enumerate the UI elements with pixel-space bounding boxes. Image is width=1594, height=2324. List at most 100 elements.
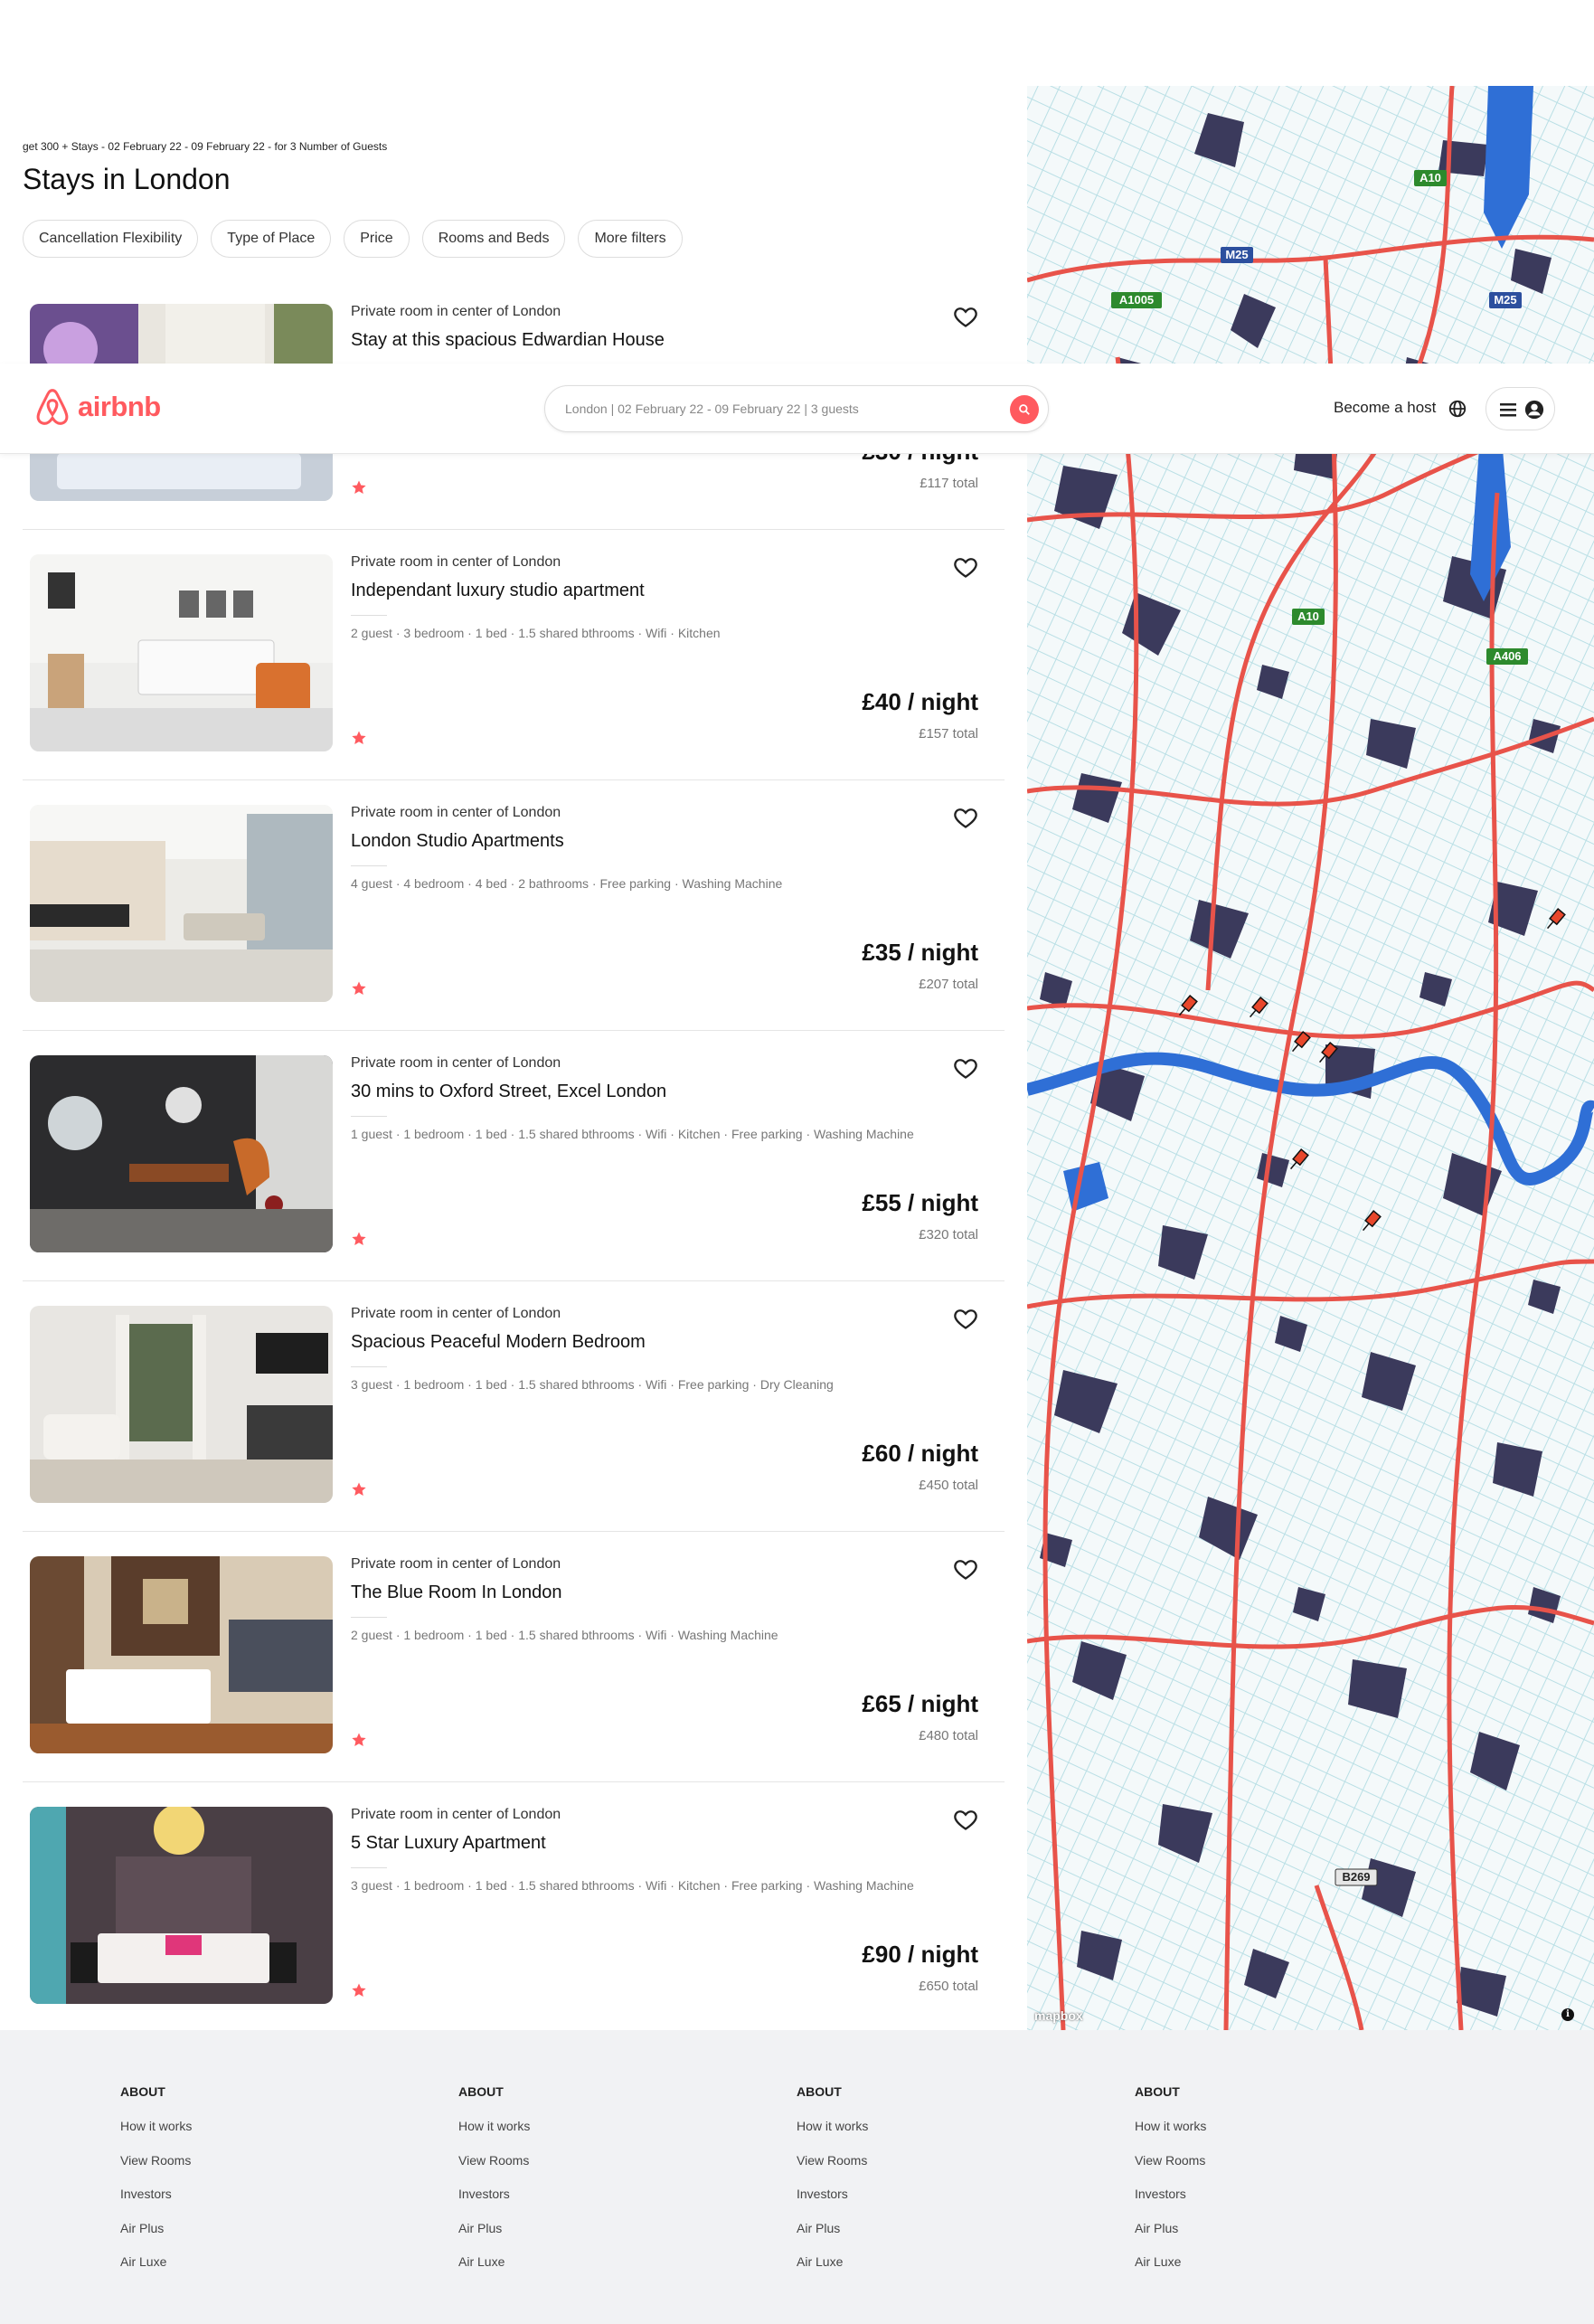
user-icon — [1524, 400, 1544, 420]
filter-more-filters[interactable]: More filters — [578, 220, 683, 258]
listing-divider — [351, 1867, 387, 1868]
heart-icon[interactable] — [953, 304, 978, 329]
footer-link-view-rooms[interactable]: View Rooms — [120, 2153, 373, 2187]
listing-photo[interactable] — [30, 554, 333, 751]
heart-icon[interactable] — [953, 1556, 978, 1582]
footer-link-how-it-works[interactable]: How it works — [120, 2119, 373, 2153]
footer-link-air-plus[interactable]: Air Plus — [797, 2221, 1050, 2255]
listing-photo[interactable] — [30, 1306, 333, 1503]
footer-heading: ABOUT — [120, 2084, 165, 2099]
footer-link-view-rooms[interactable]: View Rooms — [1135, 2153, 1388, 2187]
search-bar-text[interactable]: London | 02 February 22 - 09 February 22… — [565, 402, 859, 416]
star-icon — [352, 1733, 366, 1746]
info-icon[interactable]: i — [1561, 2008, 1574, 2021]
listing-price: £55 / night — [862, 1189, 978, 1216]
heart-icon[interactable] — [953, 1306, 978, 1331]
listing-card[interactable]: Private room in center of London Spaciou… — [23, 1281, 1005, 1532]
listing-price: £65 / night — [862, 1690, 978, 1717]
listing-divider — [351, 1366, 387, 1367]
heart-icon[interactable] — [953, 805, 978, 830]
listing-total: £207 total — [919, 977, 978, 992]
search-bar[interactable]: London | 02 February 22 - 09 February 22… — [544, 385, 1049, 432]
road-label: A10 — [1420, 171, 1441, 184]
road-label: A10 — [1297, 609, 1319, 623]
listing-photo[interactable] — [30, 1055, 333, 1252]
listing-photo[interactable] — [30, 1807, 333, 2004]
listing-title[interactable]: Independant luxury studio apartment — [351, 581, 645, 601]
footer-link-air-luxe[interactable]: Air Luxe — [1135, 2254, 1388, 2289]
filter-rooms-and-beds[interactable]: Rooms and Beds — [421, 220, 566, 258]
filter-type-of-place[interactable]: Type of Place — [211, 220, 332, 258]
listing-card[interactable]: Private room in center of London 5 Star … — [23, 1782, 1005, 2033]
globe-icon[interactable] — [1448, 399, 1467, 419]
heart-icon[interactable] — [953, 554, 978, 580]
listing-subtitle: Private room in center of London — [351, 1556, 561, 1572]
map-attribution[interactable]: mapbox — [1034, 2008, 1083, 2023]
listing-title[interactable]: London Studio Apartments — [351, 831, 564, 852]
listing-card[interactable]: Private room in center of London 30 mins… — [23, 1031, 1005, 1281]
filter-cancellation-flexibility[interactable]: Cancellation Flexibility — [23, 220, 199, 258]
star-icon — [352, 1232, 366, 1245]
footer-link-air-luxe[interactable]: Air Luxe — [458, 2254, 712, 2289]
listing-divider — [351, 865, 387, 866]
footer-column: ABOUT How it works View Rooms Investors … — [797, 2084, 1050, 2289]
footer-link-air-plus[interactable]: Air Plus — [120, 2221, 373, 2255]
footer-column: ABOUT How it works View Rooms Investors … — [458, 2084, 712, 2289]
listing-total: £480 total — [919, 1728, 978, 1743]
footer-heading: ABOUT — [458, 2084, 504, 2099]
filter-bar: Cancellation Flexibility Type of Place P… — [23, 220, 683, 258]
footer-link-air-plus[interactable]: Air Plus — [458, 2221, 712, 2255]
listing-title[interactable]: 5 Star Luxury Apartment — [351, 1833, 546, 1854]
footer-heading: ABOUT — [797, 2084, 842, 2099]
listing-title[interactable]: Spacious Peaceful Modern Bedroom — [351, 1332, 646, 1353]
listing-divider — [351, 1116, 387, 1117]
footer-link-how-it-works[interactable]: How it works — [1135, 2119, 1388, 2153]
search-button[interactable] — [1010, 395, 1039, 424]
listing-total: £320 total — [919, 1227, 978, 1242]
footer-column: ABOUT How it works View Rooms Investors … — [120, 2084, 373, 2289]
listing-price: £60 / night — [862, 1440, 978, 1467]
footer-link-air-plus[interactable]: Air Plus — [1135, 2221, 1388, 2255]
brand-logo[interactable]: airbnb — [34, 387, 161, 427]
listing-amenities: 3 guest · 1 bedroom · 1 bed · 1.5 shared… — [351, 1377, 834, 1392]
listing-photo[interactable] — [30, 805, 333, 1002]
become-a-host-link[interactable]: Become a host — [1334, 399, 1436, 417]
user-menu-button[interactable] — [1486, 387, 1555, 430]
footer-heading: ABOUT — [1135, 2084, 1180, 2099]
road-label: M25 — [1225, 248, 1248, 261]
footer-link-air-luxe[interactable]: Air Luxe — [797, 2254, 1050, 2289]
footer-link-how-it-works[interactable]: How it works — [797, 2119, 1050, 2153]
footer-link-investors[interactable]: Investors — [458, 2187, 712, 2221]
footer-link-investors[interactable]: Investors — [120, 2187, 373, 2221]
listing-subtitle: Private room in center of London — [351, 1055, 561, 1071]
listing-total: £650 total — [919, 1979, 978, 1994]
airbnb-logo-icon — [36, 389, 69, 425]
footer-link-view-rooms[interactable]: View Rooms — [797, 2153, 1050, 2187]
listing-photo[interactable] — [30, 1556, 333, 1753]
footer-link-investors[interactable]: Investors — [1135, 2187, 1388, 2221]
listing-price: £40 / night — [862, 688, 978, 715]
listing-amenities: 2 guest · 3 bedroom · 1 bed · 1.5 shared… — [351, 626, 721, 640]
listing-card[interactable]: Private room in center of London Indepen… — [23, 530, 1005, 780]
listing-divider — [351, 615, 387, 616]
listing-card[interactable]: Private room in center of London The Blu… — [23, 1532, 1005, 1782]
listing-amenities: 3 guest · 1 bedroom · 1 bed · 1.5 shared… — [351, 1878, 914, 1893]
footer-link-air-luxe[interactable]: Air Luxe — [120, 2254, 373, 2289]
footer-link-investors[interactable]: Investors — [797, 2187, 1050, 2221]
footer-link-view-rooms[interactable]: View Rooms — [458, 2153, 712, 2187]
star-icon — [352, 731, 366, 744]
brand-name: airbnb — [78, 391, 161, 422]
heart-icon[interactable] — [953, 1055, 978, 1081]
footer-link-how-it-works[interactable]: How it works — [458, 2119, 712, 2153]
listing-card[interactable]: Private room in center of London London … — [23, 780, 1005, 1031]
listing-subtitle: Private room in center of London — [351, 805, 561, 820]
filter-price[interactable]: Price — [344, 220, 410, 258]
listing-total: £450 total — [919, 1478, 978, 1493]
road-label: A406 — [1493, 649, 1521, 663]
heart-icon[interactable] — [953, 1807, 978, 1832]
listing-subtitle: Private room in center of London — [351, 554, 561, 570]
listing-title[interactable]: Stay at this spacious Edwardian House — [351, 330, 665, 351]
listing-title[interactable]: 30 mins to Oxford Street, Excel London — [351, 1082, 666, 1102]
listing-title[interactable]: The Blue Room In London — [351, 1582, 562, 1603]
listing-total: £117 total — [920, 476, 978, 491]
